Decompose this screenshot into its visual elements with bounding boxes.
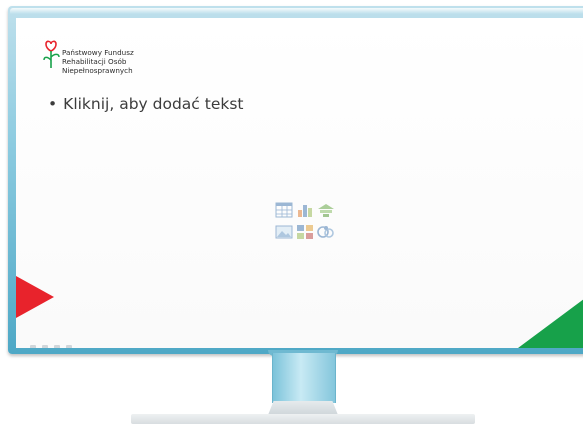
slide-view-icons: [30, 336, 78, 348]
content-placeholder-icons: [271, 198, 341, 254]
presentation-slide[interactable]: Państwowy Fundusz Rehabilitacji Osób Nie…: [16, 18, 583, 348]
media-icon[interactable]: [317, 224, 335, 240]
organization-name: Państwowy Fundusz Rehabilitacji Osób Nie…: [62, 48, 134, 75]
reading-view-icon[interactable]: [54, 345, 60, 348]
bezel-highlight: [10, 8, 583, 14]
table-icon[interactable]: [275, 202, 293, 218]
red-corner-triangle: [16, 276, 54, 318]
monitor-stand-neck: [272, 353, 336, 403]
clip-art-icon[interactable]: [296, 224, 314, 240]
monitor-stand-base: [131, 414, 475, 424]
org-name-line-1: Państwowy Fundusz: [62, 48, 134, 57]
monitor-stand-foot: [268, 401, 338, 415]
sorter-view-icon[interactable]: [42, 345, 48, 348]
slideshow-view-icon[interactable]: [66, 345, 72, 348]
monitor-frame: Państwowy Fundusz Rehabilitacji Osób Nie…: [8, 6, 583, 354]
picture-icon[interactable]: [275, 224, 293, 240]
text-placeholder[interactable]: • Kliknij, aby dodać tekst: [48, 95, 244, 113]
normal-view-icon[interactable]: [30, 345, 36, 348]
placeholder-text: Kliknij, aby dodać tekst: [63, 95, 244, 113]
chart-icon[interactable]: [296, 202, 314, 218]
green-corner-triangle: [518, 290, 583, 348]
pfron-logo-icon: [43, 40, 60, 68]
org-name-line-2: Rehabilitacji Osób: [62, 57, 127, 66]
smartart-icon[interactable]: [317, 202, 335, 218]
org-name-line-3: Niepełnosprawnych: [62, 66, 133, 75]
bullet-marker: •: [48, 95, 58, 113]
